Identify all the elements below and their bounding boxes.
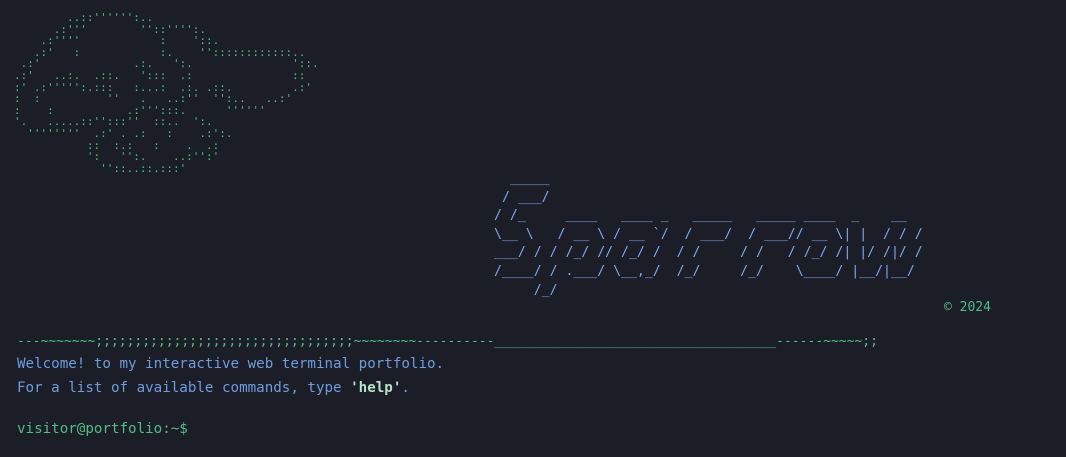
prompt-label: visitor@portfolio:~$ xyxy=(17,421,188,437)
help-hint-prefix: For a list of available commands, type xyxy=(17,380,351,396)
terminal-window: ..::'''''':.. .:''' ''::'''':. .:'''' : … xyxy=(0,0,1066,457)
command-input[interactable] xyxy=(195,421,896,437)
welcome-message: Welcome! to my interactive web terminal … xyxy=(17,356,445,372)
help-hint-suffix: . xyxy=(401,380,410,396)
help-hint: For a list of available commands, type '… xyxy=(17,380,410,396)
ascii-art-mushroom: ..::'''''':.. .:''' ''::'''':. .:'''' : … xyxy=(14,11,319,175)
help-command: 'help' xyxy=(350,380,402,396)
divider-line: ---~~~~~~~;;;;;;;;;;;;;;;;;;;;;;;;;;;;;;… xyxy=(17,334,878,349)
copyright-text: © 2024 xyxy=(944,300,991,315)
prompt-line: visitor@portfolio:~$ xyxy=(17,421,896,437)
ascii-logo: _____ / ___/ / /_ ____ ____ _ _____ ____… xyxy=(494,171,923,298)
